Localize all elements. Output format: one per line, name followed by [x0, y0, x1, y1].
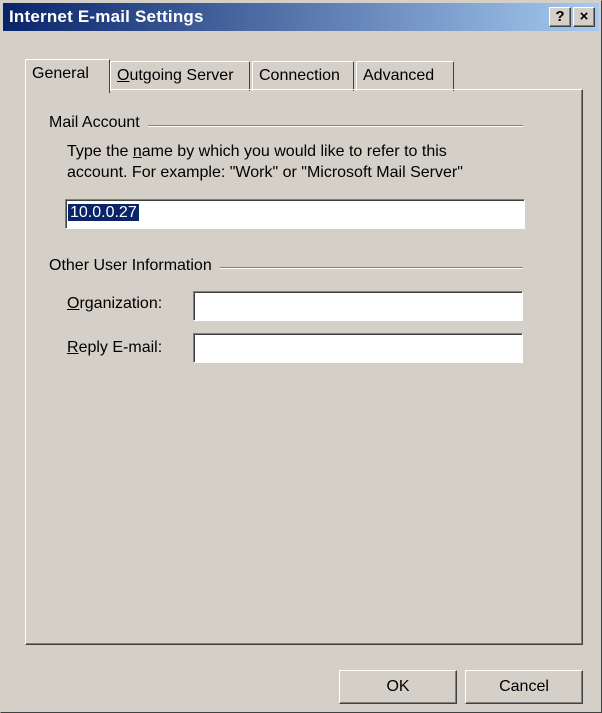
help-icon: ? — [555, 8, 565, 25]
close-button[interactable]: × — [573, 7, 595, 27]
tab-label: General — [32, 65, 89, 82]
ok-button[interactable]: OK — [339, 670, 457, 704]
tab-outgoing-server[interactable]: Outgoing Server — [110, 61, 250, 91]
tab-connection[interactable]: Connection — [252, 61, 354, 91]
tab-label: utgoing Server — [129, 67, 234, 84]
tab-label: Connection — [259, 67, 340, 84]
tab-advanced[interactable]: Advanced — [356, 61, 454, 91]
window-title: Internet E-mail Settings — [9, 7, 204, 26]
tab-label-accel: O — [117, 67, 130, 84]
user-info-group-title: Other User Information — [49, 257, 220, 275]
help-button[interactable]: ? — [549, 7, 571, 27]
general-tab-panel — [25, 89, 583, 645]
tab-label: Advanced — [363, 67, 435, 84]
internet-email-settings-dialog: Internet E-mail Settings ? × General Out… — [0, 0, 602, 713]
mail-account-group-title: Mail Account — [49, 114, 148, 132]
cancel-button[interactable]: Cancel — [465, 670, 583, 704]
tab-general[interactable]: General — [25, 59, 110, 93]
close-icon: × — [579, 8, 589, 25]
title-bar[interactable]: Internet E-mail Settings ? × — [3, 3, 599, 31]
